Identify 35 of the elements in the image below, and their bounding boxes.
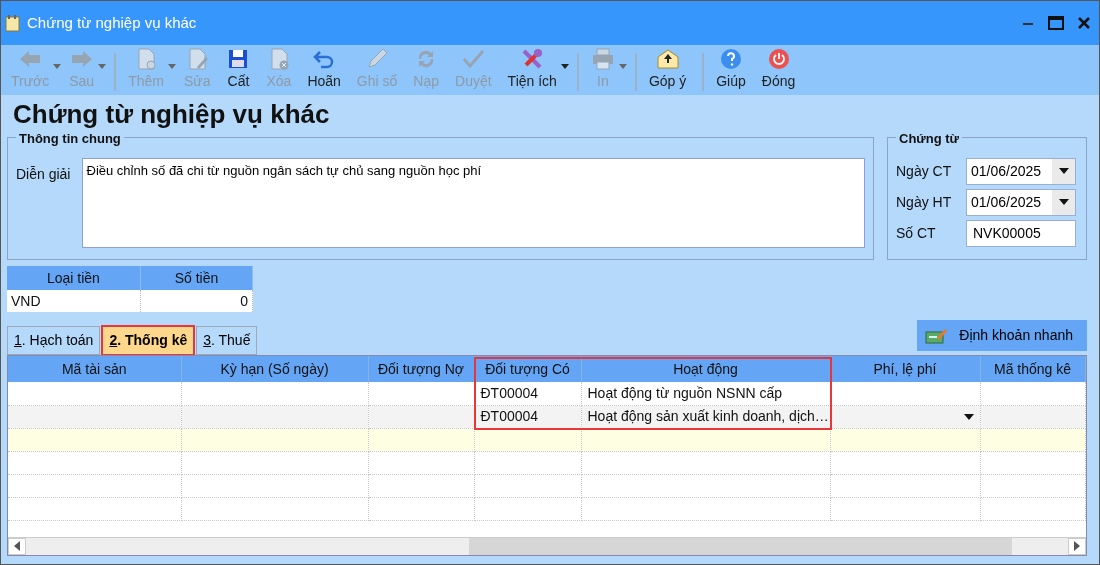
toolbar-button[interactable]: Giúp <box>710 47 756 90</box>
column-header: Mã tài sản <box>8 356 181 383</box>
column-header: Đối tượng Nợ <box>368 356 474 383</box>
table-cell: ĐT00004 <box>480 384 539 401</box>
quick-entry-button[interactable]: Định khoản nhanh <box>917 320 1087 352</box>
form-heading: Chứng từ nghiệp vụ khác <box>13 99 331 131</box>
toolbar-button[interactable]: Cất <box>220 47 261 90</box>
column-header: Hoạt động <box>581 356 830 383</box>
column-header: Số tiền <box>140 266 253 291</box>
toolbar-button[interactable]: Đóng <box>755 47 806 90</box>
tab[interactable]: 1. Hạch toán <box>7 326 101 356</box>
table-cell: Hoạt động sản xuất kinh doanh, dịch… <box>587 408 829 425</box>
column-header: Loại tiền <box>7 266 141 291</box>
table-cell: Hoạt động từ nguồn NSNN cấp <box>587 384 783 401</box>
field-label: Số CT <box>896 223 937 243</box>
table-row[interactable]: ĐT00004 Hoạt động từ nguồn NSNN cấp <box>8 382 1085 406</box>
tab[interactable]: 2. Thống kê <box>102 326 195 356</box>
field-label: Ngày HT <box>896 192 953 212</box>
toolbar-button[interactable]: Hoãn <box>301 47 351 90</box>
description-field[interactable]: Điều chỉnh số đã chi từ nguồn ngân sách tự chủ sang nguồn học phí <box>81 157 865 248</box>
column-header: Mã thống kê <box>980 356 1085 383</box>
text-field[interactable]: NVK00005 <box>966 219 1076 247</box>
column-header: Đối tượng Có <box>474 356 581 383</box>
toolbar-button[interactable]: Góp ý <box>642 47 697 90</box>
field-label: Ngày CT <box>896 161 953 181</box>
column-header: Kỳ hạn (Số ngày) <box>181 356 368 383</box>
table-cell: VND <box>7 290 141 313</box>
window-title: Chứng từ nghiệp vụ khác <box>27 12 198 33</box>
tab[interactable]: 3. Thuế <box>196 326 258 356</box>
table-cell: 0 <box>140 290 253 313</box>
field-label: Diễn giải <box>16 164 72 184</box>
table-row[interactable]: ĐT00004 Hoạt động sản xuất kinh doanh, dịch… <box>8 405 1085 429</box>
toolbar-button[interactable]: Tiện ích <box>501 47 571 90</box>
column-header: Phí, lệ phí <box>830 356 980 383</box>
table-cell: ĐT00004 <box>480 408 539 425</box>
